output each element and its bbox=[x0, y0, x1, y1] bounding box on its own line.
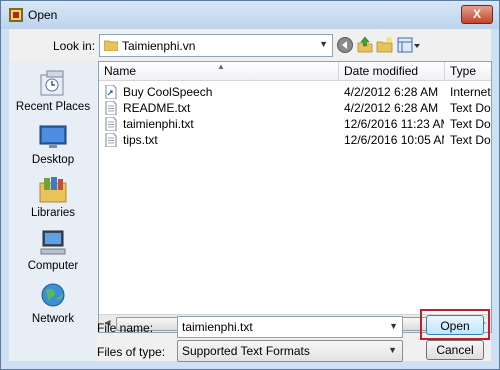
place-libraries[interactable]: Libraries bbox=[9, 175, 97, 219]
files-of-type-select[interactable]: Supported Text Formats ▼ bbox=[177, 340, 403, 362]
folder-icon bbox=[104, 40, 118, 51]
place-recent-places[interactable]: Recent Places bbox=[9, 69, 97, 113]
file-name: taimienphi.txt bbox=[123, 117, 194, 131]
place-label: Libraries bbox=[30, 207, 76, 219]
file-date: 4/2/2012 6:28 AM bbox=[344, 101, 439, 115]
file-row[interactable]: README.txt 4/2/2012 6:28 AM Text Docu bbox=[99, 100, 491, 116]
open-button[interactable]: Open bbox=[426, 315, 484, 335]
place-desktop[interactable]: Desktop bbox=[9, 122, 97, 166]
look-in-value: Taimienphi.vn bbox=[122, 39, 196, 53]
file-row[interactable]: Buy CoolSpeech 4/2/2012 6:28 AM Internet… bbox=[99, 84, 491, 100]
file-type: Internet Sl bbox=[450, 85, 491, 99]
file-name: tips.txt bbox=[123, 133, 158, 147]
place-computer[interactable]: Computer bbox=[9, 228, 97, 272]
files-of-type-value: Supported Text Formats bbox=[182, 344, 310, 358]
recent-places-icon bbox=[40, 70, 64, 96]
app-icon bbox=[9, 8, 23, 22]
file-row[interactable]: tips.txt 12/6/2016 10:05 AM Text Docu bbox=[99, 132, 491, 148]
back-icon[interactable] bbox=[336, 36, 354, 54]
file-name-input[interactable]: taimienphi.txt ▼ bbox=[177, 316, 403, 338]
places-bar: Recent Places Desktop Libraries Computer… bbox=[9, 61, 97, 361]
file-type: Text Docu bbox=[450, 117, 491, 131]
view-menu-icon[interactable] bbox=[397, 36, 421, 54]
file-date: 12/6/2016 11:23 AM bbox=[344, 117, 444, 131]
network-icon bbox=[41, 283, 65, 307]
shortcut-icon bbox=[105, 85, 117, 99]
place-label: Computer bbox=[27, 260, 79, 272]
dialog-body: Look in: Taimienphi.vn ▼ Recent Places D… bbox=[9, 29, 492, 362]
file-type: Text Docu bbox=[450, 133, 491, 147]
file-date: 4/2/2012 6:28 AM bbox=[344, 85, 439, 99]
new-folder-icon[interactable] bbox=[376, 36, 394, 54]
place-network[interactable]: Network bbox=[9, 281, 97, 325]
look-in-combo[interactable]: Taimienphi.vn ▼ bbox=[99, 34, 333, 57]
place-label: Recent Places bbox=[15, 101, 91, 113]
text-file-icon bbox=[105, 101, 117, 115]
text-file-icon bbox=[105, 133, 117, 147]
place-label: Network bbox=[31, 313, 75, 325]
text-file-icon bbox=[105, 117, 117, 131]
up-folder-icon[interactable] bbox=[356, 36, 374, 54]
close-button[interactable]: X bbox=[461, 5, 493, 24]
title-bar[interactable]: Open X bbox=[1, 1, 499, 29]
chevron-down-icon: ▼ bbox=[388, 345, 397, 355]
chevron-down-icon: ▼ bbox=[319, 39, 328, 49]
file-name-label: File name: bbox=[97, 321, 154, 335]
file-row[interactable]: taimienphi.txt 12/6/2016 11:23 AM Text D… bbox=[99, 116, 491, 132]
list-header: Name ▲ Date modified Type bbox=[99, 62, 491, 81]
file-list[interactable]: Name ▲ Date modified Type Buy CoolSpeech… bbox=[98, 61, 492, 333]
chevron-down-icon[interactable]: ▼ bbox=[389, 321, 398, 331]
file-type: Text Docu bbox=[450, 101, 491, 115]
file-name: README.txt bbox=[123, 101, 191, 115]
open-dialog: Open X Look in: Taimienphi.vn ▼ Recent P… bbox=[0, 0, 500, 370]
window-title: Open bbox=[28, 8, 58, 22]
cancel-button[interactable]: Cancel bbox=[426, 340, 484, 360]
file-name-value: taimienphi.txt bbox=[182, 320, 253, 334]
column-header-type[interactable]: Type bbox=[445, 62, 491, 80]
computer-icon bbox=[40, 230, 66, 255]
sort-ascending-icon: ▲ bbox=[217, 62, 225, 71]
desktop-icon bbox=[39, 125, 67, 148]
file-name: Buy CoolSpeech bbox=[123, 85, 213, 99]
files-of-type-label: Files of type: bbox=[97, 345, 166, 359]
file-date: 12/6/2016 10:05 AM bbox=[344, 133, 444, 147]
look-in-label: Look in: bbox=[53, 39, 96, 53]
place-label: Desktop bbox=[31, 154, 75, 166]
libraries-icon bbox=[39, 177, 67, 203]
column-header-date-modified[interactable]: Date modified bbox=[339, 62, 445, 80]
